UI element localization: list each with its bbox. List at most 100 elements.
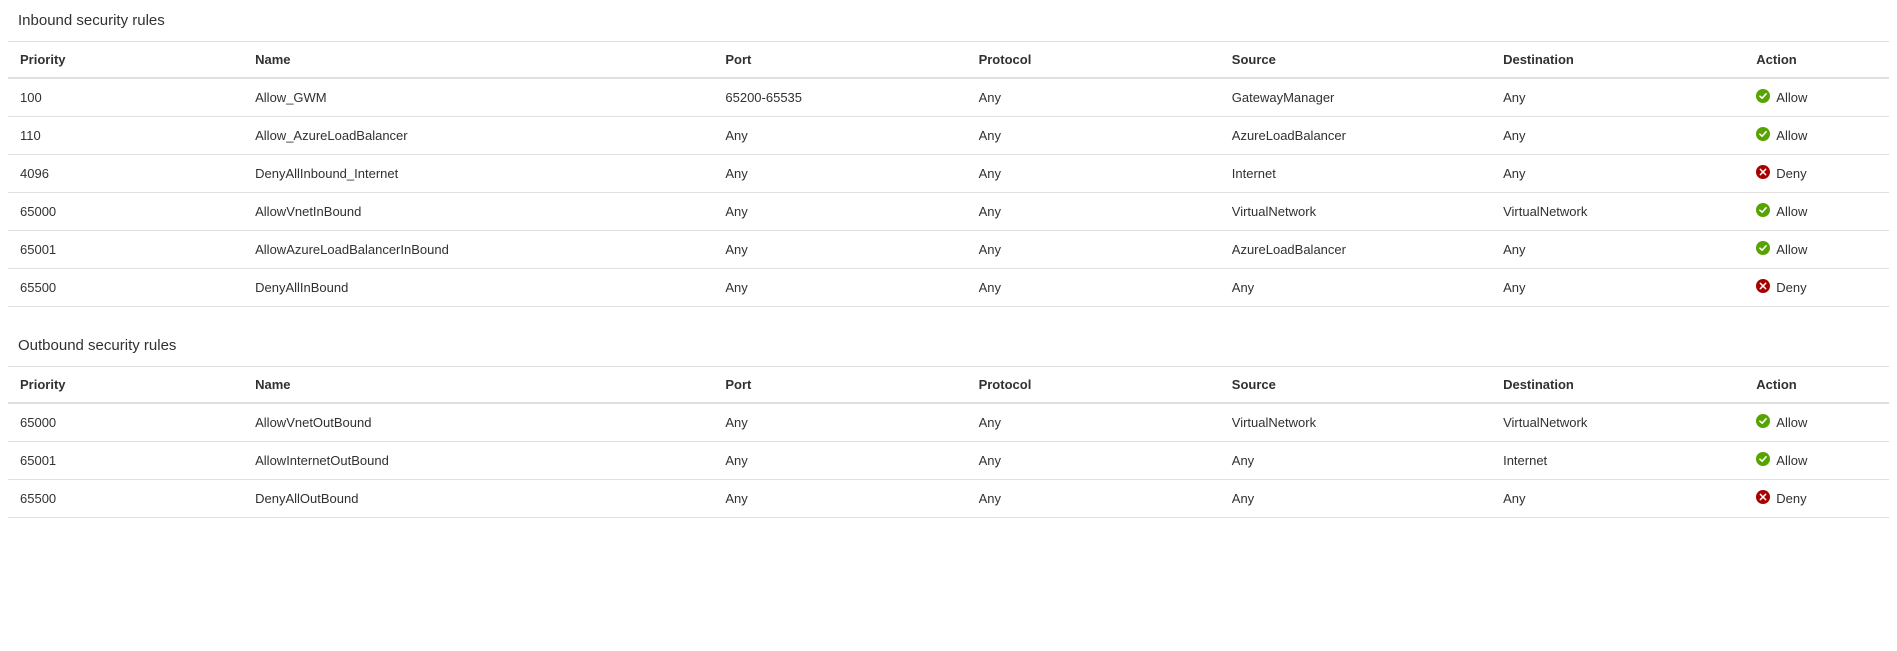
cell-protocol: Any (967, 155, 1220, 193)
table-row[interactable]: 65001AllowInternetOutBoundAnyAnyAnyInter… (8, 442, 1889, 480)
allow-icon (1756, 452, 1770, 469)
action-label: Deny (1776, 166, 1806, 181)
table-row[interactable]: 65000AllowVnetOutBoundAnyAnyVirtualNetwo… (8, 403, 1889, 442)
cell-action: Allow (1744, 117, 1889, 155)
cell-port: 65200-65535 (713, 78, 966, 117)
action-label: Allow (1776, 128, 1807, 143)
cell-name: DenyAllInBound (243, 269, 713, 307)
header-port[interactable]: Port (713, 42, 966, 79)
outbound-rules-section: Outbound security rules Priority Name Po… (8, 337, 1889, 518)
cell-port: Any (713, 193, 966, 231)
cell-protocol: Any (967, 480, 1220, 518)
cell-port: Any (713, 231, 966, 269)
cell-source: VirtualNetwork (1220, 403, 1491, 442)
outbound-rules-table: Priority Name Port Protocol Source Desti… (8, 366, 1889, 518)
table-row[interactable]: 65000AllowVnetInBoundAnyAnyVirtualNetwor… (8, 193, 1889, 231)
table-header-row: Priority Name Port Protocol Source Desti… (8, 367, 1889, 404)
header-priority[interactable]: Priority (8, 367, 243, 404)
header-name[interactable]: Name (243, 42, 713, 79)
allow-icon (1756, 414, 1770, 431)
table-row[interactable]: 100Allow_GWM65200-65535AnyGatewayManager… (8, 78, 1889, 117)
cell-action: Allow (1744, 231, 1889, 269)
cell-name: AllowInternetOutBound (243, 442, 713, 480)
deny-icon (1756, 490, 1770, 507)
cell-port: Any (713, 155, 966, 193)
cell-destination: Internet (1491, 442, 1744, 480)
cell-source: AzureLoadBalancer (1220, 231, 1491, 269)
table-row[interactable]: 65500DenyAllOutBoundAnyAnyAnyAnyDeny (8, 480, 1889, 518)
deny-icon (1756, 279, 1770, 296)
header-source[interactable]: Source (1220, 367, 1491, 404)
cell-source: Any (1220, 480, 1491, 518)
cell-destination: Any (1491, 231, 1744, 269)
inbound-title: Inbound security rules (18, 12, 1889, 29)
header-action[interactable]: Action (1744, 42, 1889, 79)
cell-port: Any (713, 480, 966, 518)
cell-destination: VirtualNetwork (1491, 403, 1744, 442)
cell-destination: Any (1491, 117, 1744, 155)
cell-protocol: Any (967, 78, 1220, 117)
outbound-title: Outbound security rules (18, 337, 1889, 354)
header-destination[interactable]: Destination (1491, 42, 1744, 79)
cell-action: Deny (1744, 269, 1889, 307)
cell-priority: 65500 (8, 269, 243, 307)
table-row[interactable]: 4096DenyAllInbound_InternetAnyAnyInterne… (8, 155, 1889, 193)
cell-name: AllowAzureLoadBalancerInBound (243, 231, 713, 269)
header-name[interactable]: Name (243, 367, 713, 404)
cell-priority: 65000 (8, 403, 243, 442)
table-row[interactable]: 65001AllowAzureLoadBalancerInBoundAnyAny… (8, 231, 1889, 269)
cell-priority: 65001 (8, 442, 243, 480)
header-action[interactable]: Action (1744, 367, 1889, 404)
cell-destination: Any (1491, 480, 1744, 518)
cell-destination: Any (1491, 269, 1744, 307)
cell-action: Deny (1744, 155, 1889, 193)
cell-name: DenyAllInbound_Internet (243, 155, 713, 193)
allow-icon (1756, 127, 1770, 144)
cell-port: Any (713, 269, 966, 307)
cell-protocol: Any (967, 117, 1220, 155)
header-protocol[interactable]: Protocol (967, 367, 1220, 404)
table-header-row: Priority Name Port Protocol Source Desti… (8, 42, 1889, 79)
table-row[interactable]: 110Allow_AzureLoadBalancerAnyAnyAzureLoa… (8, 117, 1889, 155)
allow-icon (1756, 241, 1770, 258)
header-priority[interactable]: Priority (8, 42, 243, 79)
cell-source: Any (1220, 442, 1491, 480)
header-source[interactable]: Source (1220, 42, 1491, 79)
cell-source: Internet (1220, 155, 1491, 193)
cell-priority: 65001 (8, 231, 243, 269)
cell-source: Any (1220, 269, 1491, 307)
cell-source: VirtualNetwork (1220, 193, 1491, 231)
cell-protocol: Any (967, 269, 1220, 307)
table-row[interactable]: 65500DenyAllInBoundAnyAnyAnyAnyDeny (8, 269, 1889, 307)
action-label: Allow (1776, 204, 1807, 219)
cell-source: GatewayManager (1220, 78, 1491, 117)
cell-priority: 100 (8, 78, 243, 117)
cell-port: Any (713, 442, 966, 480)
cell-action: Allow (1744, 78, 1889, 117)
deny-icon (1756, 165, 1770, 182)
inbound-rules-table: Priority Name Port Protocol Source Desti… (8, 41, 1889, 307)
cell-name: DenyAllOutBound (243, 480, 713, 518)
header-port[interactable]: Port (713, 367, 966, 404)
cell-name: AllowVnetInBound (243, 193, 713, 231)
header-destination[interactable]: Destination (1491, 367, 1744, 404)
action-label: Deny (1776, 280, 1806, 295)
action-label: Allow (1776, 90, 1807, 105)
action-label: Allow (1776, 453, 1807, 468)
header-protocol[interactable]: Protocol (967, 42, 1220, 79)
cell-source: AzureLoadBalancer (1220, 117, 1491, 155)
cell-protocol: Any (967, 403, 1220, 442)
action-label: Allow (1776, 242, 1807, 257)
allow-icon (1756, 89, 1770, 106)
cell-action: Allow (1744, 403, 1889, 442)
inbound-rules-section: Inbound security rules Priority Name Por… (8, 12, 1889, 307)
cell-protocol: Any (967, 442, 1220, 480)
cell-destination: Any (1491, 78, 1744, 117)
cell-priority: 4096 (8, 155, 243, 193)
cell-priority: 65500 (8, 480, 243, 518)
cell-action: Deny (1744, 480, 1889, 518)
cell-name: Allow_AzureLoadBalancer (243, 117, 713, 155)
cell-priority: 65000 (8, 193, 243, 231)
cell-port: Any (713, 403, 966, 442)
cell-action: Allow (1744, 442, 1889, 480)
